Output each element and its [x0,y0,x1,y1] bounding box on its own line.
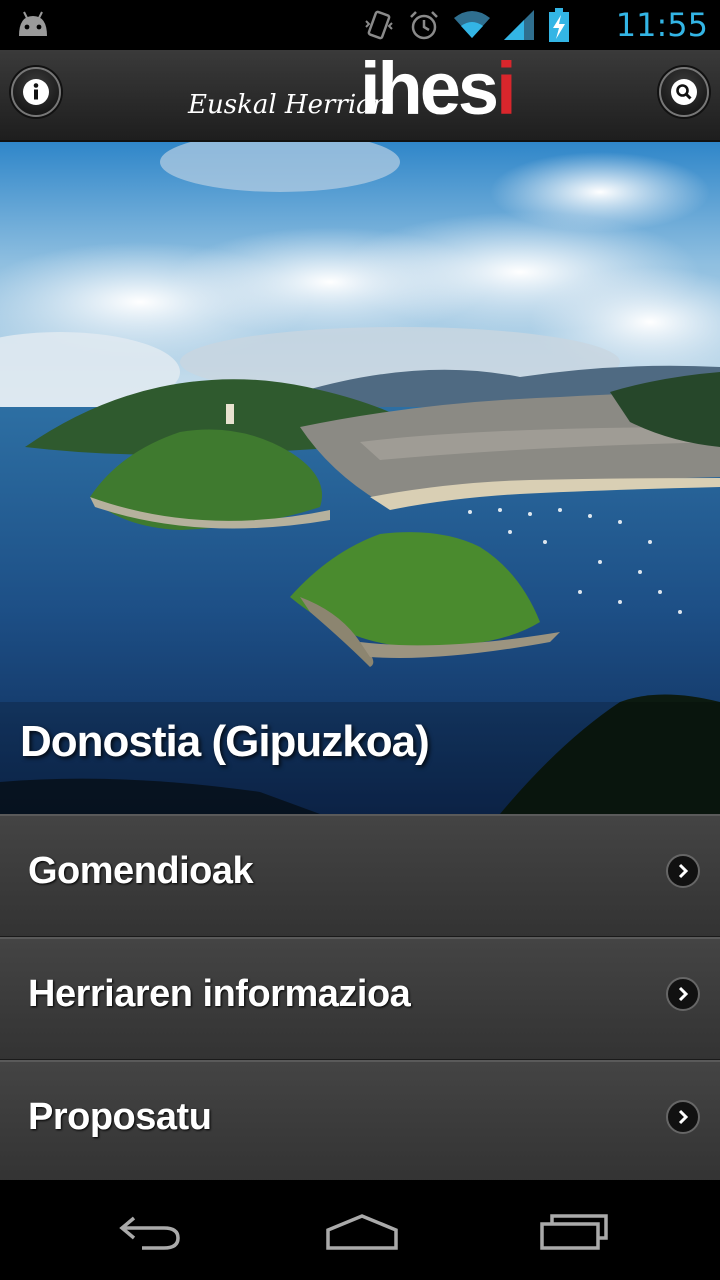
status-bar: 11:55 [0,0,720,50]
status-time: 11:55 [615,6,708,44]
alarm-icon [410,11,438,40]
app-logo: Euskal Herrian ihesi [188,52,533,130]
logo-wordmark: ihesi [360,52,517,126]
menu-item-herriaren-informazioa[interactable]: Herriaren informazioa [0,937,720,1060]
info-icon [23,79,49,105]
hero-image: Donostia (Gipuzkoa) [0,142,720,814]
chevron-right-icon [666,854,700,888]
landscape-photo [0,142,720,814]
logo-wordmark-red: i [496,47,516,130]
vibrate-icon [365,10,393,40]
menu-item-label: Herriaren informazioa [28,973,411,1015]
search-icon [671,79,697,105]
menu-item-label: Gomendioak [28,850,254,892]
search-button[interactable] [659,67,709,117]
android-icon [19,11,47,36]
navigation-bar [0,1180,720,1280]
wifi-icon [454,11,490,38]
signal-icon [504,10,534,40]
back-icon[interactable] [112,1210,192,1254]
menu-item-gomendioak[interactable]: Gomendioak [0,814,720,937]
chevron-right-icon [666,977,700,1011]
recent-apps-icon[interactable] [534,1210,614,1254]
menu-item-proposatu[interactable]: Proposatu [0,1060,720,1183]
info-button[interactable] [11,67,61,117]
home-icon[interactable] [322,1210,402,1254]
menu-item-label: Proposatu [28,1096,212,1138]
logo-tagline: Euskal Herrian [188,90,389,120]
chevron-right-icon [666,1100,700,1134]
logo-wordmark-white: ihes [360,47,499,130]
hero-caption: Donostia (Gipuzkoa) [20,717,430,766]
status-icons [364,8,570,42]
menu-list: Gomendioak Herriaren informazioa Proposa… [0,814,720,1183]
battery-charging-icon [549,8,569,42]
